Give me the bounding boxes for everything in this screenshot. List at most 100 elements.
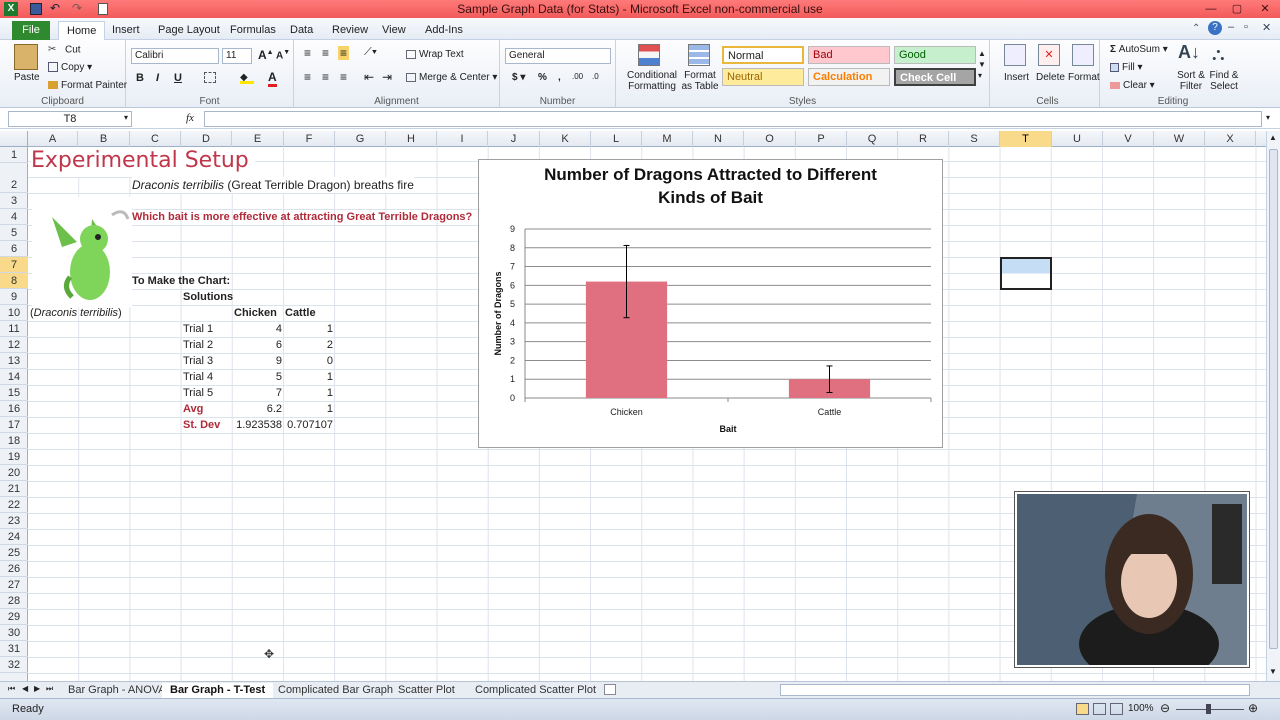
column-header-r[interactable]: R	[898, 131, 949, 147]
page-break-view-icon[interactable]	[1110, 703, 1123, 715]
row-header[interactable]: 16	[0, 401, 28, 417]
zoom-slider-thumb[interactable]	[1206, 704, 1211, 714]
row-header[interactable]: 7	[0, 257, 28, 273]
tab-insert[interactable]: Insert	[104, 21, 148, 40]
fx-button[interactable]: fx	[186, 112, 194, 124]
column-header-d[interactable]: D	[181, 131, 232, 147]
font-color-icon[interactable]: A	[268, 70, 277, 87]
shrink-font-icon[interactable]: A▼	[276, 49, 290, 61]
sort-filter-button[interactable]: Sort & Filter	[1174, 70, 1208, 92]
style-normal[interactable]: Normal	[722, 46, 804, 64]
zoom-level[interactable]: 100%	[1128, 703, 1154, 714]
column-header-j[interactable]: J	[488, 131, 540, 147]
align-center-icon[interactable]: ≡	[322, 70, 329, 84]
format-as-table-button[interactable]: Format as Table	[678, 70, 722, 92]
borders-icon[interactable]	[204, 72, 216, 83]
column-header-n[interactable]: N	[693, 131, 744, 147]
increase-indent-icon[interactable]: ⇥	[382, 70, 392, 84]
conditional-formatting-button[interactable]: Conditional Formatting	[622, 70, 682, 92]
minimize-button[interactable]: —	[1204, 3, 1218, 15]
comma-icon[interactable]: ,	[558, 72, 561, 83]
column-header-i[interactable]: I	[437, 131, 488, 147]
horizontal-scrollbar[interactable]	[780, 684, 1250, 696]
sheet-nav-first-icon[interactable]: ⏮	[8, 684, 15, 694]
format-button[interactable]: Format	[1068, 72, 1100, 83]
autosum-button[interactable]: Σ AutoSum ▾	[1110, 44, 1168, 55]
font-size-select[interactable]: 11	[222, 48, 252, 64]
column-header-s[interactable]: S	[949, 131, 1000, 147]
sheet-tab-complicated-bar[interactable]: Complicated Bar Graph	[270, 683, 401, 698]
row-header[interactable]: 29	[0, 609, 28, 625]
row-header[interactable]: 11	[0, 321, 28, 337]
row-header[interactable]: 14	[0, 369, 28, 385]
sheet-nav-prev-icon[interactable]: ◀	[22, 684, 28, 693]
row-header[interactable]: 12	[0, 337, 28, 353]
column-header-b[interactable]: B	[78, 131, 130, 147]
row-header[interactable]: 18	[0, 433, 28, 449]
row-header[interactable]: 26	[0, 561, 28, 577]
style-bad[interactable]: Bad	[808, 46, 890, 64]
increase-decimal-icon[interactable]: .00	[572, 72, 583, 81]
style-good[interactable]: Good	[894, 46, 976, 64]
bar-chart[interactable]: Number of Dragons Attracted to Different…	[478, 159, 943, 448]
sheet-tab-anova[interactable]: Bar Graph - ANOVA	[60, 683, 174, 698]
bold-button[interactable]: B	[136, 72, 144, 84]
sheet-tab-complicated-scatter[interactable]: Complicated Scatter Plot	[467, 683, 604, 698]
name-box[interactable]: T8	[8, 111, 132, 127]
paste-button[interactable]: Paste	[14, 72, 40, 83]
row-header[interactable]: 4	[0, 209, 28, 225]
fill-color-icon[interactable]: ◆	[240, 72, 254, 84]
column-header-f[interactable]: F	[284, 131, 335, 147]
format-painter-button[interactable]: Format Painter	[48, 80, 127, 91]
sort-filter-icon[interactable]: A↓	[1178, 42, 1200, 63]
row-header[interactable]: 22	[0, 497, 28, 513]
tab-file[interactable]: File	[12, 21, 50, 40]
column-header-g[interactable]: G	[335, 131, 386, 147]
merge-center-button[interactable]: Merge & Center ▾	[406, 72, 497, 83]
row-header[interactable]: 28	[0, 593, 28, 609]
orientation-icon[interactable]: ⟋▾	[364, 46, 377, 59]
name-box-dropdown-icon[interactable]: ▾	[124, 113, 128, 122]
find-select-button[interactable]: Find & Select	[1206, 70, 1242, 92]
tab-page-layout[interactable]: Page Layout	[150, 21, 228, 40]
delete-cells-icon[interactable]: ✕	[1038, 44, 1060, 66]
sheet-nav-last-icon[interactable]: ⏭	[46, 684, 53, 694]
row-header[interactable]: 2	[0, 177, 28, 193]
currency-icon[interactable]: $ ▾	[512, 72, 525, 83]
workbook-close-icon[interactable]: ✕	[1262, 21, 1271, 34]
align-middle-icon[interactable]: ≡	[322, 46, 329, 60]
clear-button[interactable]: Clear ▾	[1110, 80, 1155, 91]
font-name-select[interactable]: Calibri	[131, 48, 219, 64]
copy-button[interactable]: Copy ▾	[48, 62, 92, 73]
style-neutral[interactable]: Neutral	[722, 68, 804, 86]
align-top-icon[interactable]: ≡	[304, 46, 311, 60]
scroll-thumb[interactable]	[1269, 149, 1278, 649]
page-layout-view-icon[interactable]	[1093, 703, 1106, 715]
row-header[interactable]: 24	[0, 529, 28, 545]
close-button[interactable]: ✕	[1258, 3, 1272, 15]
number-format-select[interactable]: General	[505, 48, 611, 64]
align-left-icon[interactable]: ≡	[304, 70, 311, 84]
workbook-restore-icon[interactable]: ▫	[1244, 21, 1248, 33]
row-header[interactable]: 15	[0, 385, 28, 401]
binoculars-icon[interactable]: ⛬	[1212, 44, 1225, 65]
row-header[interactable]: 25	[0, 545, 28, 561]
ribbon-minimize-icon[interactable]: ⌃	[1192, 23, 1200, 34]
cut-button[interactable]: ✂ Cut	[48, 44, 81, 56]
align-bottom-icon[interactable]: ≡	[338, 46, 350, 60]
row-header[interactable]: 6	[0, 241, 28, 257]
column-header-u[interactable]: U	[1052, 131, 1103, 147]
underline-button[interactable]: U	[174, 72, 182, 84]
help-icon[interactable]: ?	[1208, 21, 1222, 35]
column-header-k[interactable]: K	[540, 131, 591, 147]
column-header-w[interactable]: W	[1154, 131, 1205, 147]
tab-review[interactable]: Review	[324, 21, 376, 40]
delete-button[interactable]: Delete	[1036, 72, 1065, 83]
row-header[interactable]: 10	[0, 305, 28, 321]
row-header[interactable]: 5	[0, 225, 28, 241]
insert-sheet-icon[interactable]	[604, 684, 616, 695]
percent-icon[interactable]: %	[538, 72, 547, 83]
zoom-out-icon[interactable]: ⊖	[1160, 701, 1170, 715]
column-header-h[interactable]: H	[386, 131, 437, 147]
row-header[interactable]: 27	[0, 577, 28, 593]
